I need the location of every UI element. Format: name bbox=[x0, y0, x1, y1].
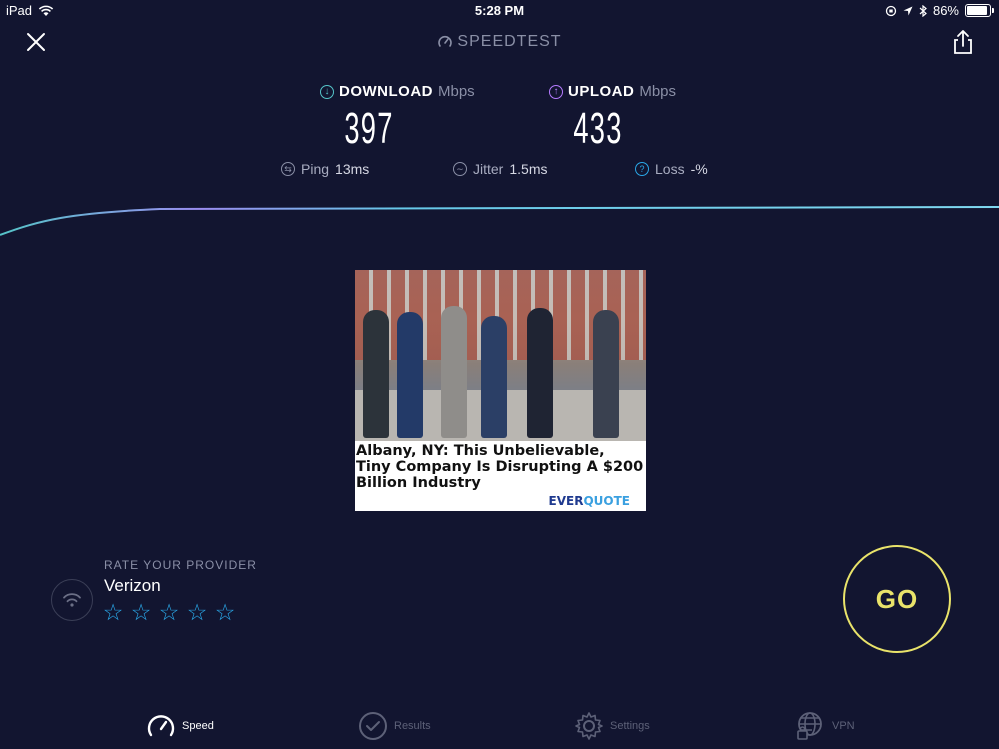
app-title-text: SPEEDTEST bbox=[457, 33, 562, 50]
rate-provider-label: RATE YOUR PROVIDER bbox=[104, 558, 257, 572]
share-icon[interactable] bbox=[950, 28, 976, 56]
status-time: 5:28 PM bbox=[474, 3, 525, 18]
tab-vpn[interactable]: VPN bbox=[796, 709, 855, 743]
ad-photo bbox=[355, 270, 646, 441]
star-2[interactable]: ☆ bbox=[130, 599, 152, 625]
check-circle-icon bbox=[359, 712, 387, 740]
globe-lock-icon bbox=[797, 712, 822, 740]
tab-speed-label: Speed bbox=[182, 720, 214, 732]
app-title: SPEEDTEST bbox=[0, 33, 999, 51]
ping-icon: ⇆ bbox=[281, 162, 295, 176]
jitter-label: Jitter bbox=[473, 161, 504, 177]
loss-unit: % bbox=[695, 161, 708, 177]
upload-header: ↑ UPLOAD Mbps bbox=[549, 83, 676, 100]
download-arrow-icon: ↓ bbox=[320, 84, 334, 99]
loss-help-icon[interactable]: ? bbox=[635, 162, 649, 176]
download-unit: Mbps bbox=[438, 83, 475, 100]
speed-graph-line bbox=[0, 206, 999, 236]
loss-metric: ? Loss -% bbox=[635, 161, 708, 177]
jitter-metric: ∼ Jitter 1.5ms bbox=[453, 161, 547, 177]
tab-results[interactable]: Results bbox=[358, 709, 431, 743]
status-right: 86% bbox=[885, 3, 994, 18]
ad-headline[interactable]: Albany, NY: This Unbelievable, Tiny Comp… bbox=[356, 443, 644, 491]
download-value: 397 bbox=[344, 104, 394, 153]
speedometer-icon bbox=[147, 715, 175, 737]
jitter-value: 1.5 bbox=[509, 161, 529, 177]
battery-percent: 86% bbox=[932, 3, 959, 18]
star-3[interactable]: ☆ bbox=[158, 599, 180, 625]
ad-logo-part-1: EVER bbox=[548, 494, 584, 508]
go-button[interactable]: GO bbox=[843, 545, 951, 653]
tab-settings[interactable]: Settings bbox=[574, 709, 650, 743]
tab-speed[interactable]: Speed bbox=[146, 709, 214, 743]
location-icon bbox=[903, 6, 913, 15]
speedtest-logo-icon bbox=[438, 35, 453, 47]
status-bar: iPad 5:28 PM 86% bbox=[0, 0, 999, 22]
ping-value: 13 bbox=[335, 161, 351, 177]
upload-arrow-icon: ↑ bbox=[549, 84, 563, 99]
provider-name: Verizon bbox=[104, 576, 161, 595]
tab-settings-label: Settings bbox=[610, 720, 650, 732]
star-5[interactable]: ☆ bbox=[214, 599, 236, 625]
star-4[interactable]: ☆ bbox=[186, 599, 208, 625]
upload-value: 433 bbox=[573, 104, 623, 153]
ping-unit: ms bbox=[350, 161, 370, 177]
download-label: DOWNLOAD bbox=[339, 83, 433, 100]
tab-results-label: Results bbox=[394, 720, 431, 732]
upload-label: UPLOAD bbox=[568, 83, 635, 100]
star-1[interactable]: ☆ bbox=[102, 599, 124, 625]
download-header: ↓ DOWNLOAD Mbps bbox=[320, 83, 475, 100]
battery-icon bbox=[965, 4, 994, 17]
rating-stars: ☆ ☆ ☆ ☆ ☆ bbox=[102, 599, 236, 625]
gear-icon bbox=[575, 712, 603, 740]
ad-logo: EVERQUOTE bbox=[549, 494, 630, 508]
ping-metric: ⇆ Ping 13ms bbox=[281, 161, 369, 177]
bluetooth-icon bbox=[919, 4, 927, 17]
jitter-icon: ∼ bbox=[453, 162, 467, 176]
loss-label: Loss bbox=[655, 161, 685, 177]
jitter-unit: ms bbox=[528, 161, 548, 177]
upload-unit: Mbps bbox=[639, 83, 677, 100]
tab-vpn-label: VPN bbox=[832, 720, 855, 732]
ad-logo-part-2: QUOTE bbox=[583, 494, 630, 508]
ping-label: Ping bbox=[301, 161, 330, 177]
orientation-lock-icon bbox=[885, 5, 897, 16]
wifi-provider-icon bbox=[51, 579, 93, 621]
advertisement[interactable]: Albany, NY: This Unbelievable, Tiny Comp… bbox=[355, 270, 646, 511]
